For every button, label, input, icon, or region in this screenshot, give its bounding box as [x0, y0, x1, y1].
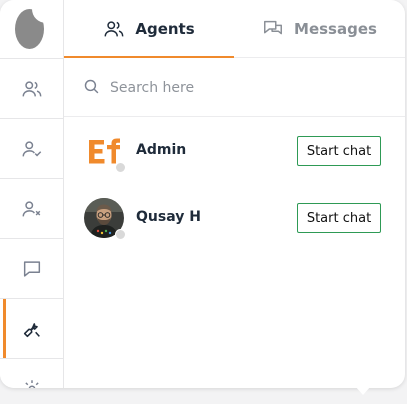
user-x-icon	[22, 200, 40, 216]
brand-logo	[0, 0, 63, 59]
tab-messages[interactable]: Messages	[234, 0, 405, 57]
start-chat-button[interactable]: Start chat	[297, 203, 381, 233]
search-input[interactable]	[108, 73, 392, 103]
sidebar-item-online-agents[interactable]	[0, 119, 63, 179]
status-dot	[115, 162, 126, 173]
popup-tail	[355, 386, 371, 395]
user-check-icon	[22, 140, 41, 156]
sidebar-item-settings[interactable]	[0, 359, 63, 388]
tab-messages-label: Messages	[294, 19, 377, 38]
sidebar-item-tools[interactable]	[0, 299, 63, 359]
gear-icon	[22, 379, 41, 388]
users-icon	[22, 80, 41, 96]
chat-widget: Agents Messages Admin Start chat	[0, 0, 405, 388]
tab-bar: Agents Messages	[64, 0, 405, 58]
agent-name: Admin	[136, 142, 187, 158]
chat-bubble-icon	[23, 260, 40, 277]
sidebar-item-agents[interactable]	[0, 59, 63, 119]
sidebar-item-offline-agents[interactable]	[0, 179, 63, 239]
search-icon	[84, 79, 99, 94]
search-bar	[64, 58, 405, 117]
agent-row: Qusay H Start chat	[64, 185, 405, 251]
agent-row: Admin Start chat	[64, 118, 405, 184]
chat-bubbles-icon	[264, 20, 283, 34]
sidebar-rail	[0, 0, 64, 388]
status-dot	[115, 229, 126, 240]
wrench-icon	[23, 322, 40, 337]
tab-agents[interactable]: Agents	[64, 0, 234, 58]
logo-shape	[15, 7, 46, 49]
sidebar-item-messages[interactable]	[0, 239, 63, 299]
start-chat-button[interactable]: Start chat	[297, 136, 381, 166]
users-icon	[104, 20, 124, 36]
agent-name: Qusay H	[136, 209, 201, 225]
tab-agents-label: Agents	[135, 19, 195, 38]
